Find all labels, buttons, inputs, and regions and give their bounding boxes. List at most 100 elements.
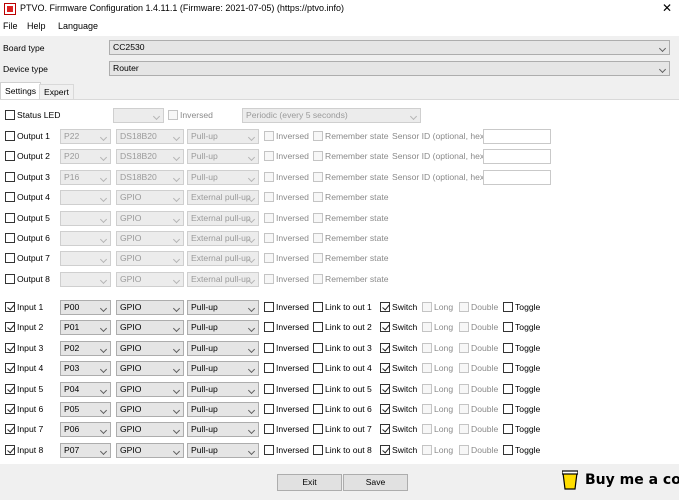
output-2-remember-checkbox[interactable] [313,151,323,162]
input-6-double-checkbox[interactable] [459,404,469,414]
input-4-double-checkbox[interactable] [459,363,469,374]
input-2-switch-checkbox[interactable] [380,322,390,333]
input-3-link-checkbox[interactable] [313,342,323,353]
output-6-remember-checkbox[interactable] [313,233,323,243]
board-type-select[interactable]: CC2530 [109,40,670,55]
output-6-inversed-checkbox[interactable] [264,233,274,243]
input-4-type-select[interactable]: GPIO [116,361,184,377]
input-4-link-checkbox[interactable] [313,363,323,374]
input-4-checkbox[interactable] [5,363,15,374]
input-3-pull-select[interactable]: Pull-up [187,340,259,356]
output-4-inversed-checkbox[interactable] [264,192,274,203]
output-3-remember-checkbox[interactable] [313,171,323,182]
coffee-cup-icon[interactable] [562,470,578,490]
output-8-checkbox[interactable] [5,273,15,284]
input-8-checkbox[interactable] [5,444,15,455]
input-5-type-select[interactable]: GPIO [116,381,184,397]
input-7-type-select[interactable]: GPIO [116,422,184,438]
output-8-pin-select[interactable] [60,271,111,287]
input-1-pull-select[interactable]: Pull-up [187,300,259,315]
input-8-type-select[interactable]: GPIO [116,442,184,458]
output-2-checkbox[interactable] [5,151,15,162]
output-2-inversed-checkbox[interactable] [264,151,274,162]
input-1-checkbox[interactable] [5,302,15,312]
input-3-double-checkbox[interactable] [459,342,469,353]
input-4-inversed-checkbox[interactable] [264,363,274,374]
input-5-inversed-checkbox[interactable] [264,383,274,394]
output-3-type-select[interactable]: DS18B20 [116,169,184,185]
output-8-pull-select[interactable]: External pull-up [187,271,259,287]
tab-settings[interactable]: Settings [0,82,42,99]
input-3-inversed-checkbox[interactable] [264,342,274,353]
output-8-inversed-checkbox[interactable] [264,273,274,284]
output-2-sensor-id-input[interactable] [483,149,551,165]
input-5-switch-checkbox[interactable] [380,383,390,394]
input-6-type-select[interactable]: GPIO [116,402,184,417]
output-1-inversed-checkbox[interactable] [264,131,274,141]
input-6-pin-select[interactable]: P05 [60,402,111,417]
input-6-pull-select[interactable]: Pull-up [187,402,259,417]
output-5-checkbox[interactable] [5,212,15,223]
exit-button[interactable]: Exit [277,474,342,491]
input-5-long-checkbox[interactable] [422,383,432,394]
input-2-link-checkbox[interactable] [313,322,323,333]
input-6-long-checkbox[interactable] [422,404,432,414]
input-1-type-select[interactable]: GPIO [116,300,184,315]
output-2-pin-select[interactable]: P20 [60,149,111,165]
output-3-inversed-checkbox[interactable] [264,171,274,182]
buy-me-a-coffee-link[interactable]: Buy me a coffee [585,472,679,488]
input-2-pull-select[interactable]: Pull-up [187,320,259,336]
input-8-double-checkbox[interactable] [459,444,469,455]
input-8-switch-checkbox[interactable] [380,444,390,455]
input-2-long-checkbox[interactable] [422,322,432,333]
output-1-type-select[interactable]: DS18B20 [116,129,184,144]
menu-help[interactable]: Help [27,21,46,31]
input-3-switch-checkbox[interactable] [380,342,390,353]
input-3-type-select[interactable]: GPIO [116,340,184,356]
input-6-inversed-checkbox[interactable] [264,404,274,414]
input-7-double-checkbox[interactable] [459,424,469,435]
input-1-inversed-checkbox[interactable] [264,302,274,312]
output-7-type-select[interactable]: GPIO [116,251,184,267]
menu-language[interactable]: Language [58,21,98,31]
input-6-toggle-checkbox[interactable] [503,404,513,414]
input-5-toggle-checkbox[interactable] [503,383,513,394]
input-2-toggle-checkbox[interactable] [503,322,513,333]
output-1-pull-select[interactable]: Pull-up [187,129,259,144]
input-3-pin-select[interactable]: P02 [60,340,111,356]
input-7-link-checkbox[interactable] [313,424,323,435]
save-button[interactable]: Save [343,474,408,491]
status-led-pin-select[interactable] [113,108,164,123]
input-2-double-checkbox[interactable] [459,322,469,333]
output-8-remember-checkbox[interactable] [313,273,323,284]
input-7-pull-select[interactable]: Pull-up [187,422,259,438]
output-4-pull-select[interactable]: External pull-up [187,190,259,206]
input-4-toggle-checkbox[interactable] [503,363,513,374]
output-3-pull-select[interactable]: Pull-up [187,169,259,185]
output-5-type-select[interactable]: GPIO [116,210,184,226]
output-2-pull-select[interactable]: Pull-up [187,149,259,165]
output-3-sensor-id-input[interactable] [483,169,551,185]
output-6-pull-select[interactable]: External pull-up [187,231,259,246]
input-6-checkbox[interactable] [5,404,15,414]
input-5-double-checkbox[interactable] [459,383,469,394]
output-6-checkbox[interactable] [5,233,15,243]
input-8-long-checkbox[interactable] [422,444,432,455]
output-5-pin-select[interactable] [60,210,111,226]
output-1-pin-select[interactable]: P22 [60,129,111,144]
output-5-inversed-checkbox[interactable] [264,212,274,223]
input-5-pin-select[interactable]: P04 [60,381,111,397]
input-8-toggle-checkbox[interactable] [503,444,513,455]
output-5-pull-select[interactable]: External pull-up [187,210,259,226]
input-6-link-checkbox[interactable] [313,404,323,414]
input-1-long-checkbox[interactable] [422,302,432,312]
status-led-inversed-checkbox[interactable] [168,110,178,120]
input-7-inversed-checkbox[interactable] [264,424,274,435]
input-4-pull-select[interactable]: Pull-up [187,361,259,377]
input-1-double-checkbox[interactable] [459,302,469,312]
input-3-toggle-checkbox[interactable] [503,342,513,353]
input-5-checkbox[interactable] [5,383,15,394]
input-2-type-select[interactable]: GPIO [116,320,184,336]
output-2-type-select[interactable]: DS18B20 [116,149,184,165]
input-1-pin-select[interactable]: P00 [60,300,111,315]
